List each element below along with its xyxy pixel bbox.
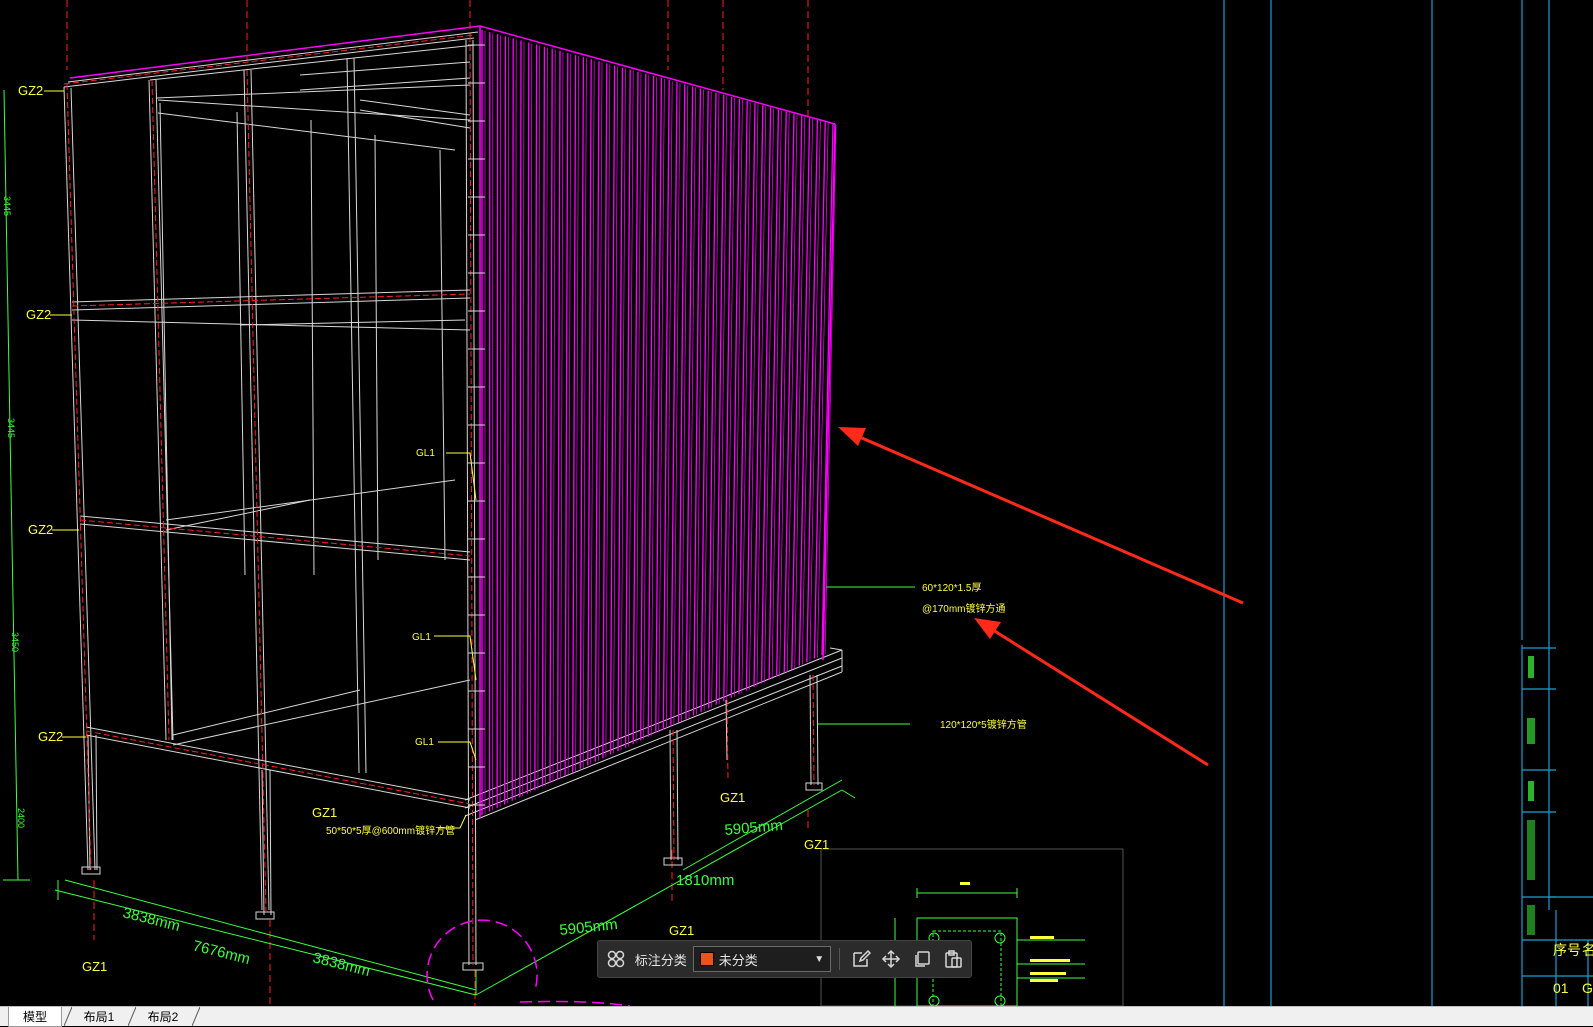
category-color-swatch [700, 952, 714, 966]
title-block-header-1: 序号 [1553, 942, 1581, 958]
wall-slat [565, 53, 568, 776]
label-gz1-base-5: GZ1 [82, 959, 107, 974]
label-gl1-1: GL1 [416, 448, 435, 459]
wall-slat [580, 57, 583, 769]
wall-slat [648, 76, 653, 737]
annotation-category-label: 标注分类 [635, 950, 687, 969]
wall-slat-edge [508, 37, 509, 803]
label-gz1-base-4: GZ1 [669, 923, 694, 938]
layout-tab-bar: 模型 布局1 布局2 [0, 1006, 1593, 1026]
wall-slat [595, 61, 599, 761]
wall-slat-edge [583, 58, 586, 768]
wall-slat-edge [515, 39, 516, 799]
wall-slat-edge [651, 77, 656, 736]
wall-slat [671, 82, 677, 726]
wall-slat-edge [561, 52, 563, 779]
dim-1810: 1810mm [676, 872, 734, 889]
red-arrows [838, 427, 1243, 765]
title-block-header-2: 名 [1582, 942, 1593, 958]
wall-slat [573, 55, 576, 772]
label-gz2-top: GZ2 [18, 83, 43, 98]
label-gz2-3: GZ2 [28, 522, 53, 537]
wall-slat-edge [538, 46, 540, 789]
copy-icon[interactable] [910, 946, 935, 972]
label-gl1-2: GL1 [412, 632, 431, 643]
title-block-row-number: 01 [1553, 980, 1569, 996]
column-label-leaders [44, 91, 476, 828]
tab-layout-2[interactable]: 布局2 [136, 1007, 190, 1026]
cad-viewport[interactable]: 序号 名 01 G [0, 0, 1593, 1006]
wall-slat [520, 40, 521, 797]
spec-beam: 120*120*5镀锌方管 [940, 718, 1027, 731]
wall-slat [550, 49, 552, 783]
wall-slat-edge [523, 41, 524, 796]
spec-panel-line1: 60*120*1.5厚 [922, 582, 982, 594]
wall-slat-edge [530, 44, 531, 793]
chevron-down-icon: ▼ [814, 954, 824, 965]
dim-vertical-2400: 2400 [16, 808, 26, 828]
wall-slat [558, 51, 560, 780]
wall-slat [512, 38, 513, 800]
wall-slat [663, 80, 669, 730]
label-gz1-base-3: GZ1 [804, 837, 829, 852]
wall-slat [633, 72, 638, 744]
edit-icon[interactable] [848, 946, 873, 972]
wall-slat [641, 74, 646, 740]
wall-slat [542, 47, 544, 787]
wall-slat [588, 59, 591, 765]
spec-leaders [818, 587, 915, 724]
dim-5905-lower: 5905mm [559, 916, 619, 939]
annotation-category-dropdown[interactable]: 未分类 ▼ [693, 946, 831, 972]
sheet-frame [1224, 0, 1593, 1006]
cad-drawing[interactable]: 序号 名 01 G [0, 0, 1593, 1006]
centerlines [67, 0, 808, 1006]
label-gz1-base-2: GZ1 [720, 790, 745, 805]
dim-7676: 7676mm [191, 937, 252, 968]
detail-viewport [821, 849, 1123, 1006]
wall-slat-edge [553, 50, 555, 782]
magenta-slat-wall [482, 30, 836, 815]
label-bottom-spec: 50*50*5厚@600mm镀锌方管 [326, 824, 455, 837]
wall-slat [784, 114, 794, 673]
annotation-category-value: 未分类 [719, 950, 810, 969]
label-gz1-base-1: GZ1 [312, 805, 337, 820]
label-gz2-4: GZ2 [38, 729, 63, 744]
tab-divider [192, 1007, 200, 1026]
dim-5905-upper: 5905mm [724, 817, 784, 839]
wall-slat [527, 43, 528, 794]
annotation-toolbar: 标注分类 未分类 ▼ [597, 940, 972, 978]
dimension-lines [3, 90, 855, 995]
label-gz2-2: GZ2 [26, 307, 51, 322]
dim-vertical-3445-top: 3445 [2, 196, 12, 216]
dim-vertical-3450: 3450 [10, 632, 20, 652]
tab-divider [64, 1007, 72, 1026]
wall-slat-edge [568, 54, 571, 775]
wall-slat [535, 45, 537, 790]
tab-layout-1[interactable]: 布局1 [72, 1007, 126, 1026]
grid-icon[interactable] [604, 946, 629, 972]
title-block-side-text [1527, 656, 1535, 935]
paste-icon[interactable] [940, 946, 965, 972]
wall-slat-edge [545, 48, 547, 786]
tab-model[interactable]: 模型 [8, 1007, 62, 1027]
toolbar-divider [839, 948, 840, 970]
wall-slat-edge [576, 56, 579, 771]
label-gl1-3: GL1 [415, 737, 434, 748]
dim-vertical-3445-mid: 3445 [6, 418, 16, 438]
title-block-row-name: G [1582, 980, 1593, 996]
wall-slat [505, 36, 506, 804]
tab-divider [128, 1007, 136, 1026]
spec-panel-line2: @170mm镀锌方通 [922, 602, 1006, 615]
move-icon[interactable] [879, 946, 904, 972]
wall-slat [656, 78, 662, 733]
wall-slat [709, 93, 716, 709]
